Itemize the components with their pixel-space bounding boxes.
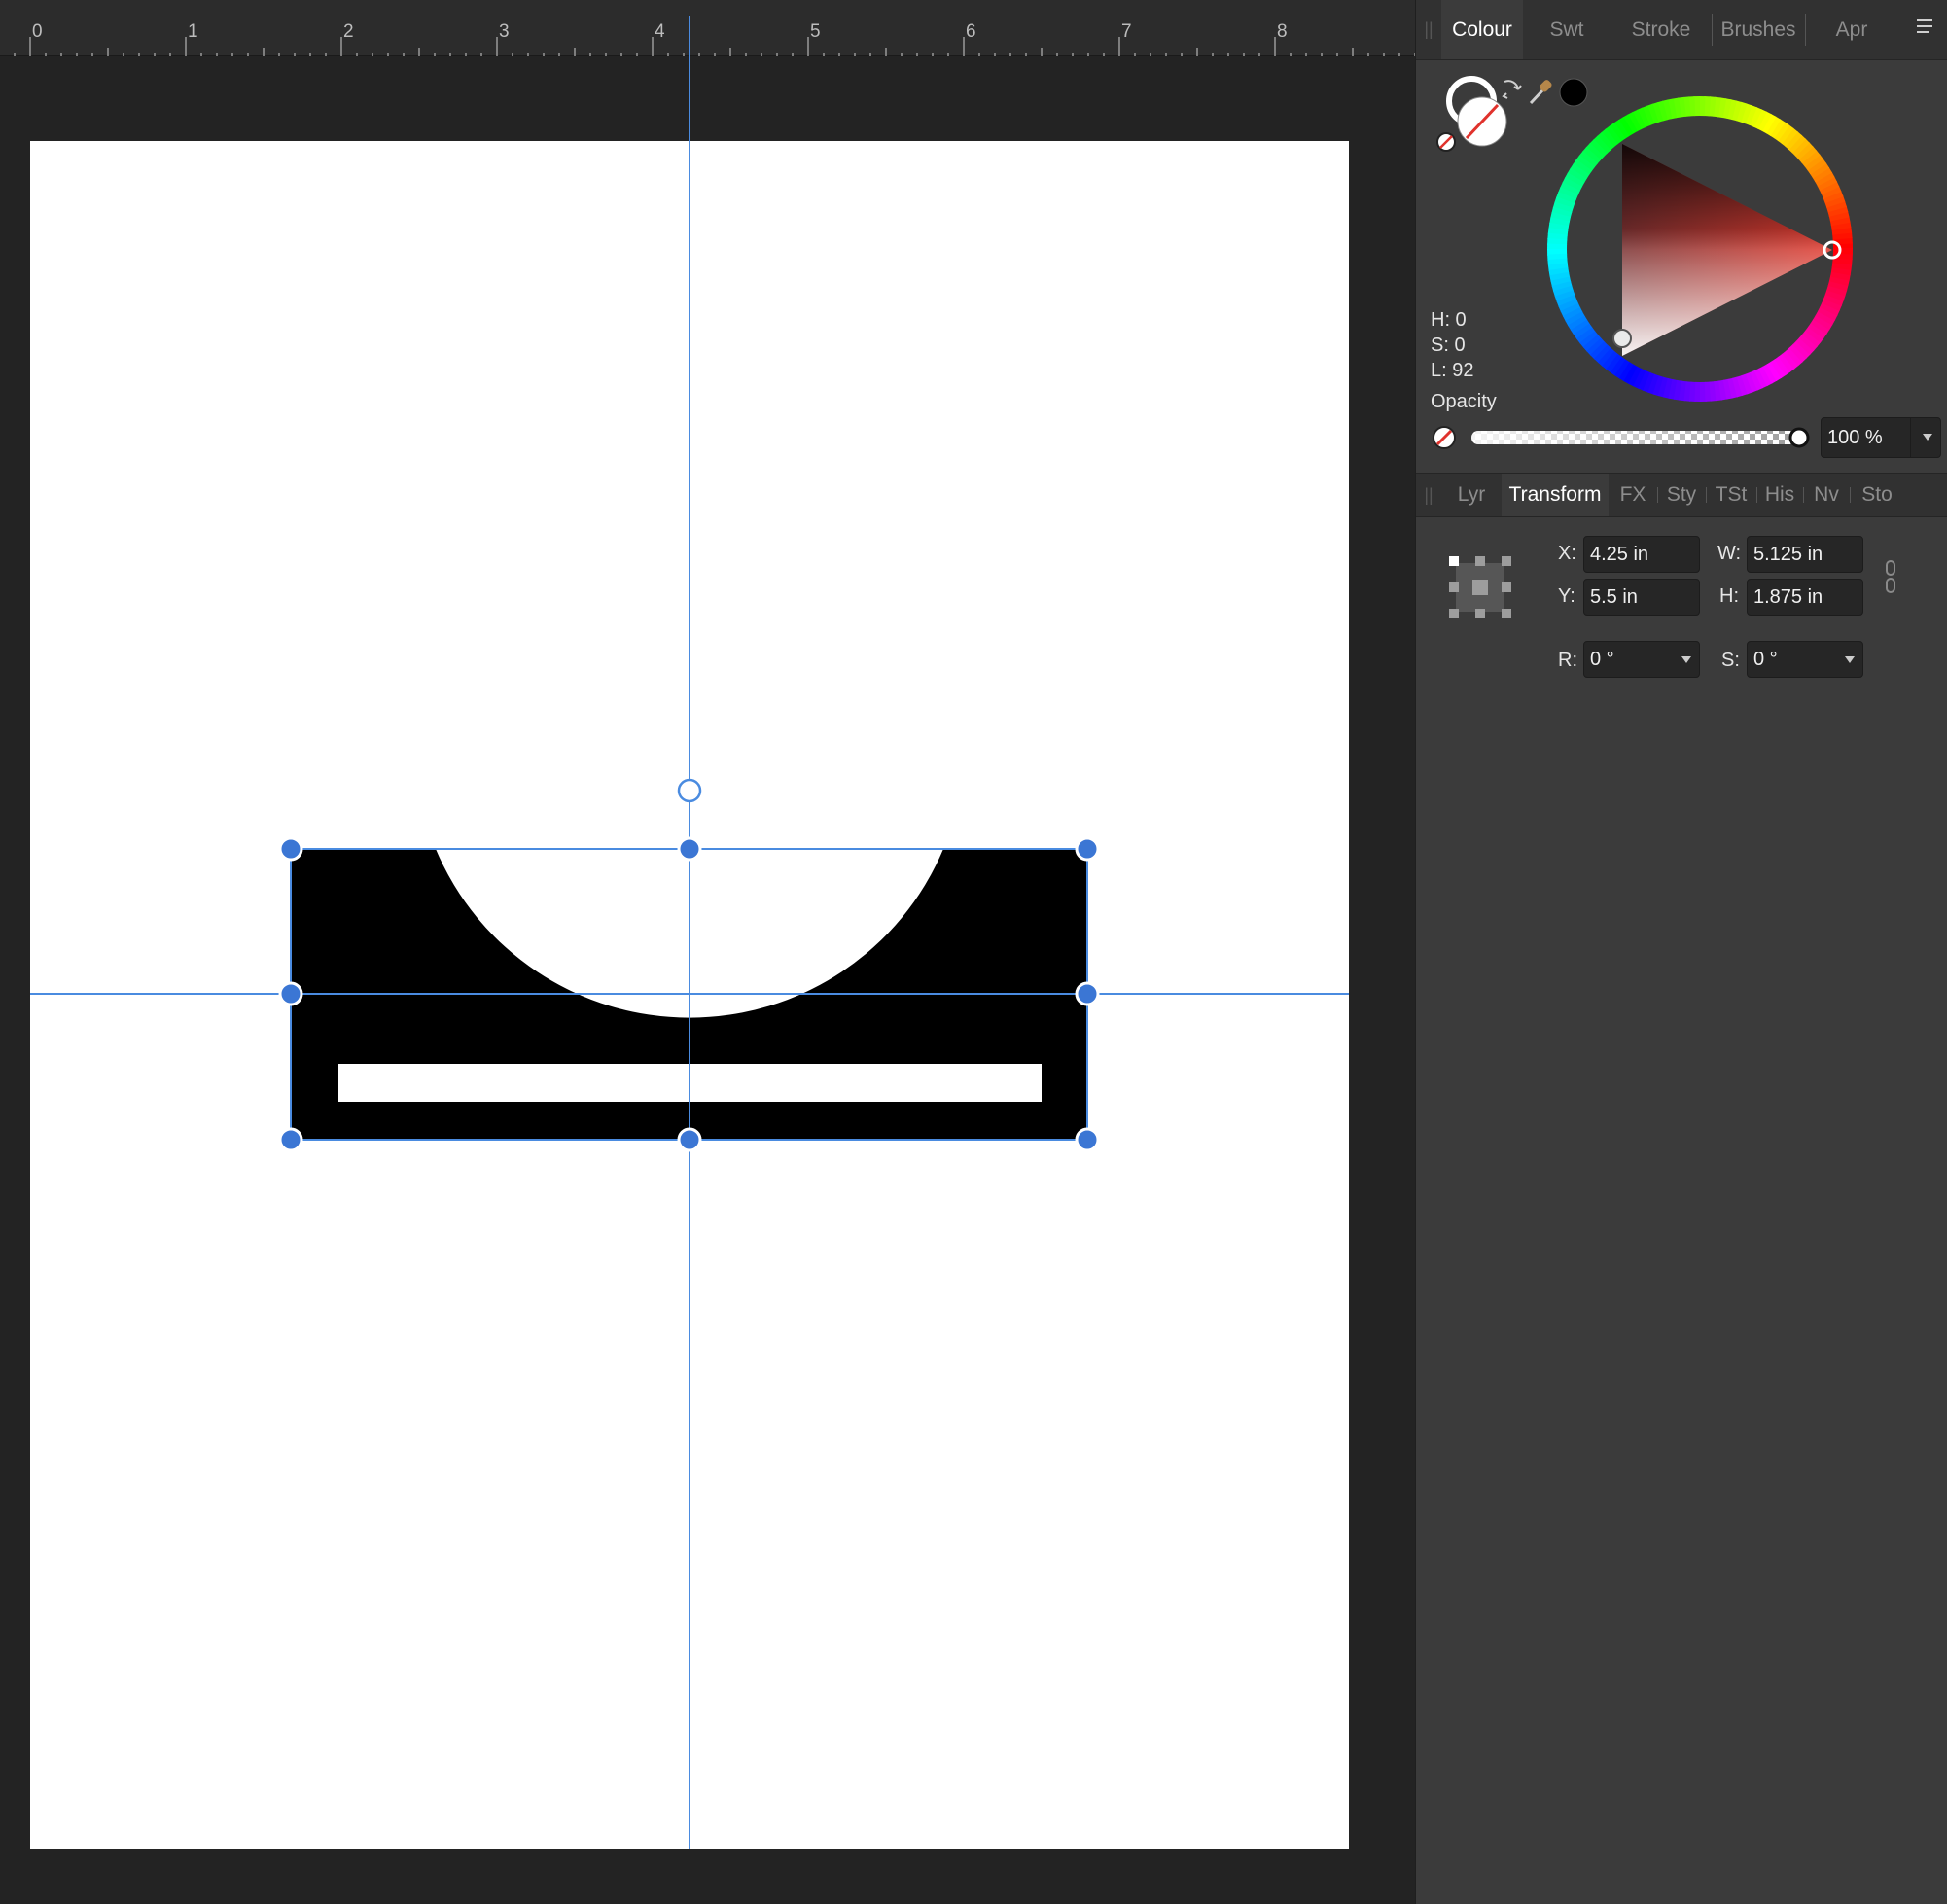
saturation-value: S: 0 [1431,335,1466,356]
tab-history[interactable]: His [1756,474,1803,516]
transform-tabbar: || Lyr Transform FX Sty TSt His Nv Sto [1416,473,1947,517]
rotation-handle[interactable] [677,778,702,803]
anchor-bottom-right[interactable] [1502,609,1511,618]
tab-appearance[interactable]: Apr [1805,0,1898,59]
tab-stroke[interactable]: Stroke [1611,0,1712,59]
colour-tabbar: || Colour Swt Stroke Brushes Apr [1416,0,1947,60]
anchor-bottom-left[interactable] [1449,609,1459,618]
handle-bottom-right[interactable] [1075,1127,1100,1152]
h-field[interactable]: 1.875 in [1747,579,1863,616]
w-value: 5.125 in [1753,543,1823,565]
colour-wheel[interactable] [1540,93,1859,412]
tab-swatches[interactable]: Swt [1523,0,1611,59]
x-label: X: [1558,543,1576,564]
anchor-top-middle[interactable] [1475,556,1485,566]
anchor-top-right[interactable] [1502,556,1511,566]
shear-field[interactable]: 0 ° [1747,641,1863,678]
y-value: 5.5 in [1590,585,1638,608]
anchor-top-left-selected[interactable] [1449,556,1459,566]
tab-transform[interactable]: Transform [1502,474,1609,516]
opacity-track-fade [1471,431,1807,444]
opacity-value-dropdown[interactable]: 100 % [1821,417,1941,458]
colour-marker[interactable] [1612,329,1632,348]
opacity-slider-thumb[interactable] [1788,427,1810,448]
handle-bottom-middle[interactable] [677,1127,702,1152]
handle-top-left[interactable] [278,836,303,862]
tab-styles[interactable]: Sty [1657,474,1706,516]
anchor-middle-right[interactable] [1502,582,1511,592]
opacity-value-text: 100 % [1827,426,1883,448]
x-value: 4.25 in [1590,543,1649,565]
panel-grip-icon[interactable]: || [1416,474,1441,516]
opacity-label: Opacity [1431,391,1497,412]
handle-top-middle[interactable] [677,836,702,862]
tab-colour[interactable]: Colour [1441,0,1523,59]
panel-grip-icon[interactable]: || [1416,0,1441,59]
opacity-none-icon[interactable] [1431,424,1460,453]
studio-panel: || Colour Swt Stroke Brushes Apr H: 0 S:… [1415,0,1947,1904]
x-field[interactable]: 4.25 in [1583,536,1700,573]
shear-value: 0 ° [1753,648,1778,670]
anchor-point-selector[interactable] [1443,550,1525,632]
tab-stock[interactable]: Sto [1850,474,1904,516]
chevron-down-icon[interactable] [1845,656,1855,663]
tab-text-styles[interactable]: TSt [1706,474,1756,516]
h-label: H: [1719,585,1739,607]
hue-value: H: 0 [1431,309,1467,331]
rotation-field[interactable]: 0 ° [1583,641,1700,678]
anchor-middle-left[interactable] [1449,582,1459,592]
triangle-black-shade [1622,144,1832,356]
swap-colours-icon[interactable] [1502,80,1522,99]
h-value: 1.875 in [1753,585,1823,608]
chevron-down-icon[interactable] [1923,434,1932,441]
artwork-layer[interactable] [0,0,1415,1904]
handle-top-right[interactable] [1075,836,1100,862]
handle-middle-left[interactable] [278,981,303,1006]
tab-fx[interactable]: FX [1609,474,1657,516]
fill-stroke-swatches[interactable] [1431,74,1538,161]
canvas-workspace[interactable]: 012345678 [0,0,1415,1904]
handle-bottom-left[interactable] [278,1127,303,1152]
link-proportions-icon[interactable] [1881,558,1904,597]
tab-layers[interactable]: Lyr [1441,474,1502,516]
w-field[interactable]: 5.125 in [1747,536,1863,573]
s-label: S: [1721,650,1740,671]
anchor-center[interactable] [1472,580,1488,595]
y-label: Y: [1558,585,1575,607]
lightness-value: L: 92 [1431,360,1474,381]
panel-menu-icon[interactable] [1917,19,1942,43]
r-label: R: [1558,650,1577,671]
opacity-slider[interactable] [1469,422,1829,453]
rotation-value: 0 ° [1590,648,1614,670]
y-field[interactable]: 5.5 in [1583,579,1700,616]
tab-brushes[interactable]: Brushes [1712,0,1805,59]
anchor-bottom-middle[interactable] [1475,609,1485,618]
chevron-down-icon[interactable] [1682,656,1691,663]
tab-navigator[interactable]: Nv [1803,474,1850,516]
w-label: W: [1717,543,1742,564]
handle-middle-right[interactable] [1075,981,1100,1006]
